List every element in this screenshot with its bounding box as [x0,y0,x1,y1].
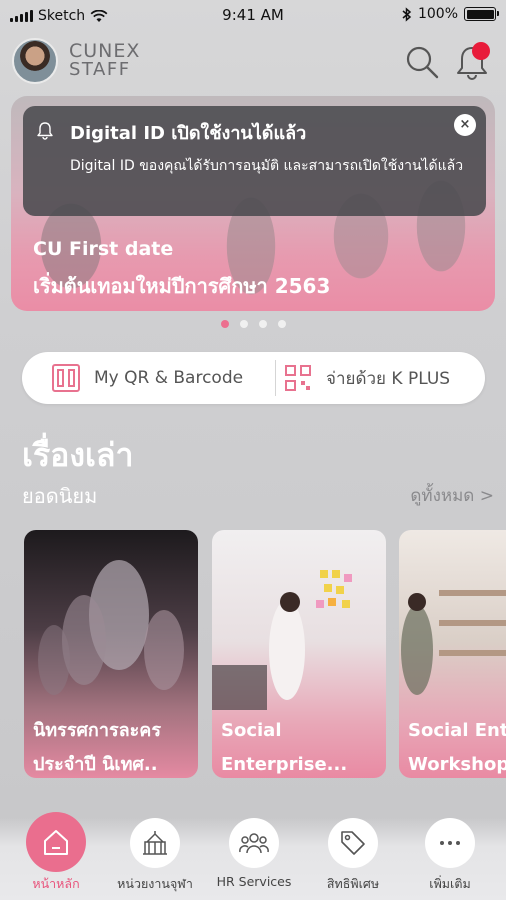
bottom-nav: หน้าหลัก หน่วยงานจุฬา HR Services สิทธิพ… [0,812,506,900]
stories-subtitle: ยอดนิยม [22,484,98,508]
bluetooth-icon [402,6,412,22]
nav-circle [26,812,86,872]
story-card-title-line1: นิทรรศการละคร [33,720,162,741]
story-card[interactable]: Social Ent Workshop [399,530,506,778]
nav-item-hr-services[interactable]: HR Services [204,818,304,889]
nav-label: เพิ่มเติม [429,876,471,891]
story-image [212,570,352,710]
nav-circle [229,818,279,868]
home-icon [44,830,68,855]
story-cards: นิทรรศการละคร ประจำปี นิเทศ.. Social Ent… [0,530,506,780]
carousel-dots [0,320,506,328]
people-icon [239,833,269,854]
battery-icon [464,7,499,21]
status-right: 100% [402,6,499,22]
nav-circle [328,818,378,868]
notification-badge [472,42,490,60]
qr-code-icon [52,364,80,392]
nav-label: HR Services [216,874,292,889]
nav-circle [130,818,180,868]
story-image [401,590,506,695]
carousel-dot[interactable] [239,320,248,328]
carousel-dot[interactable] [277,320,286,328]
qr-barcode-button[interactable]: My QR & Barcode [52,352,243,404]
banner-title: CU First date [33,238,174,260]
status-bar: Sketch 9:41 AM 100% [0,0,506,32]
stories-title: เรื่องเล่า [22,436,134,474]
story-card-title: นิทรรศการละคร ประจำปี นิเทศ.. [33,714,161,778]
kplus-label: จ่ายด้วย K PLUS [326,368,451,389]
quick-actions: My QR & Barcode จ่ายด้วย K PLUS [22,352,485,404]
story-card-title-line2: Workshop [408,754,506,775]
see-all-link[interactable]: ดูทั้งหมด > [410,482,494,509]
scan-pay-icon [285,365,311,391]
nav-circle [425,818,475,868]
nav-item-home[interactable]: หน้าหลัก [6,812,106,894]
logo-bottom-text: STAFF [69,59,131,80]
nav-label: หน่วยงานจุฬา [117,876,193,891]
kplus-button[interactable]: จ่ายด้วย K PLUS [284,352,450,404]
app-logo: CUNEX STAFF [69,42,140,79]
pill-divider [275,360,276,396]
nav-item-departments[interactable]: หน่วยงานจุฬา [105,818,205,894]
story-card-title: Social Enterprise... [221,714,347,778]
bell-icon [37,122,53,140]
story-card[interactable]: Social Enterprise... [212,530,386,778]
nav-label: หน้าหลัก [32,876,80,891]
battery-fill [466,9,494,19]
tag-icon [341,831,365,855]
story-card-title: Social Ent Workshop [408,714,506,778]
carousel-dot[interactable] [258,320,267,328]
search-icon [406,46,439,79]
search-button[interactable] [404,44,440,80]
notification-body: Digital ID ของคุณได้รับการอนุมัติ และสาม… [70,158,464,174]
story-card-title-line1: Social [221,720,282,741]
nav-item-privileges[interactable]: สิทธิพิเศษ [303,818,403,894]
banner-subtitle: เริ่มต้นเทอมใหม่ปีการศึกษา 2563 [33,274,331,298]
nav-item-more[interactable]: เพิ่มเติม [400,818,500,894]
story-card-title-line1: Social Ent [408,720,506,741]
app-header: CUNEX STAFF [0,34,506,92]
nav-label: สิทธิพิเศษ [326,876,380,891]
battery-percent: 100% [417,6,458,22]
story-card[interactable]: นิทรรศการละคร ประจำปี นิเทศ.. [24,530,198,778]
avatar[interactable] [12,38,58,84]
close-button[interactable]: × [454,114,476,136]
building-icon [143,831,167,855]
story-card-title-line2: Enterprise... [221,754,348,775]
story-image [38,560,184,695]
carousel-dot[interactable] [220,320,229,328]
notification-toast[interactable]: Digital ID เปิดใช้งานได้แล้ว Digital ID … [23,106,486,216]
notification-title: Digital ID เปิดใช้งานได้แล้ว [70,123,307,144]
story-card-title-line2: ประจำปี นิเทศ.. [33,754,158,775]
notification-button[interactable] [452,42,492,82]
more-icon [440,841,460,845]
qr-barcode-label: My QR & Barcode [94,368,244,388]
